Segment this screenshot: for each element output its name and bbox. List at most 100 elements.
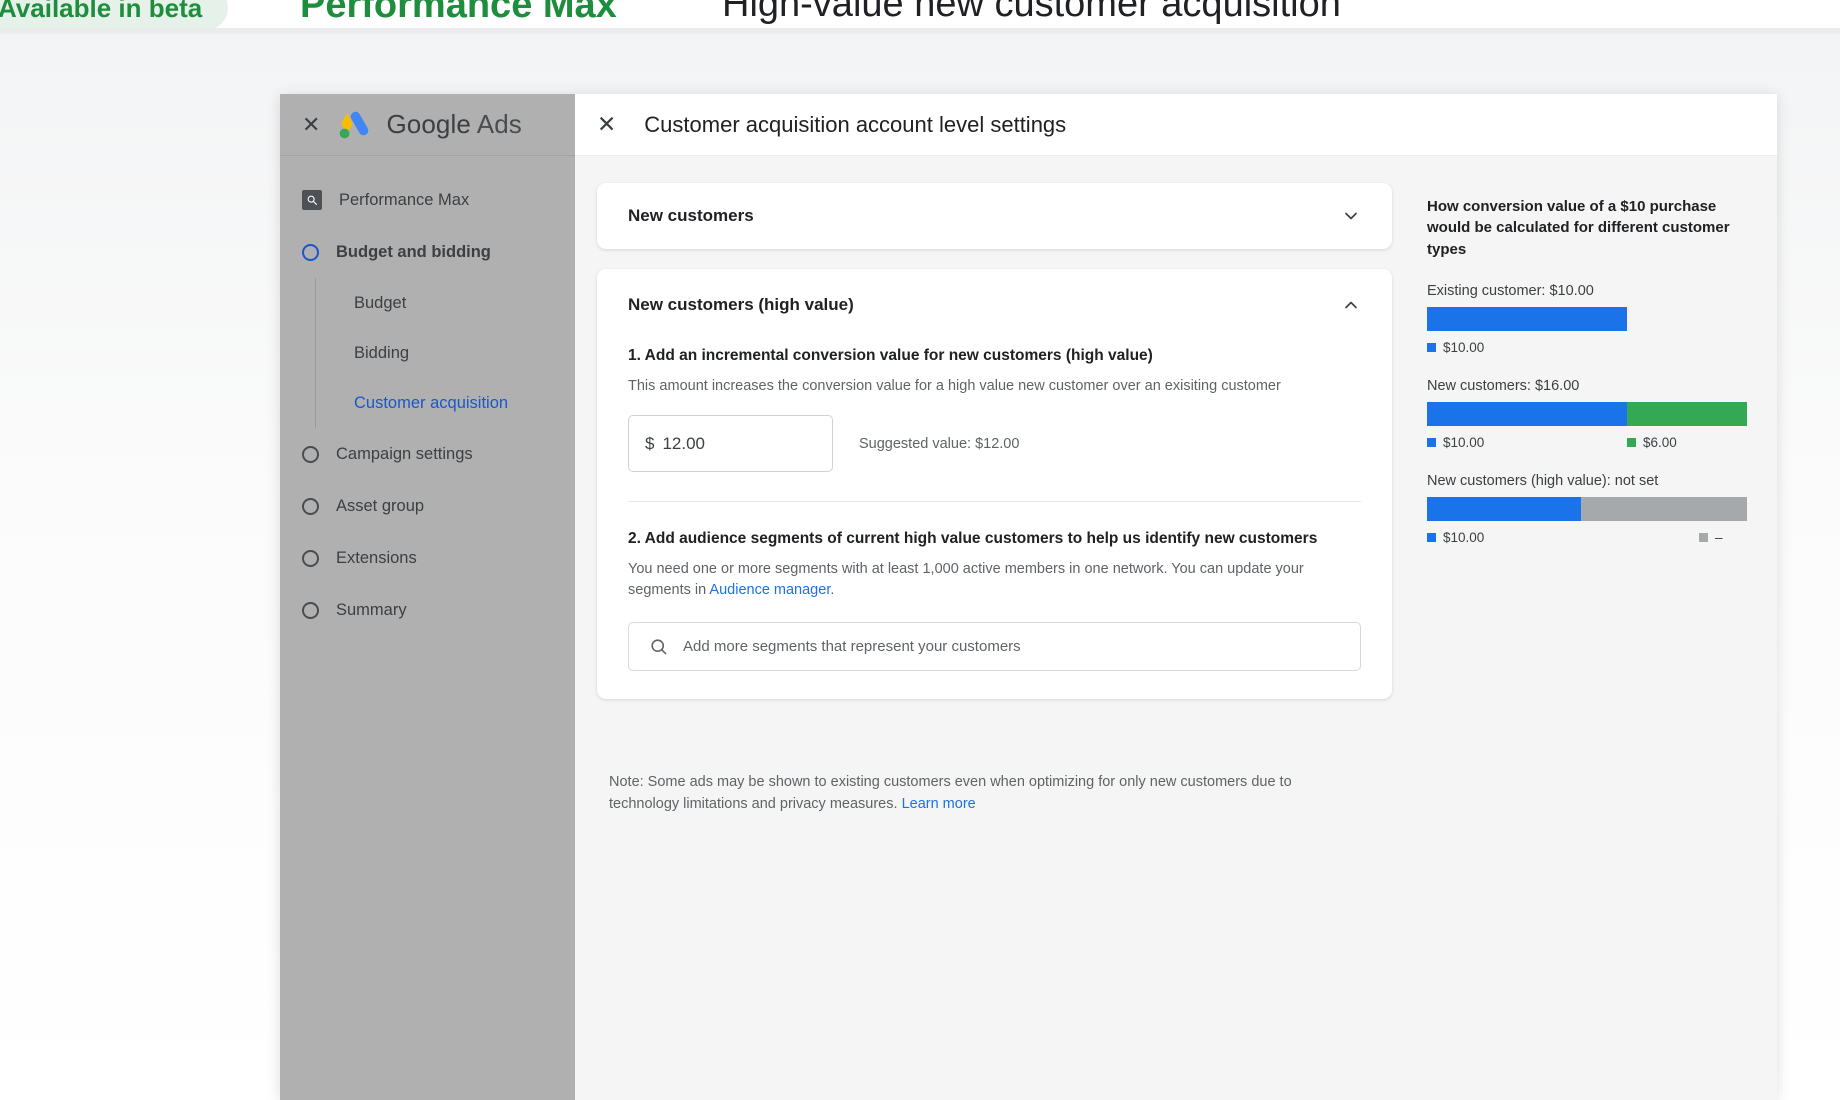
chevron-up-icon[interactable] [1341, 295, 1361, 315]
chevron-down-icon[interactable] [1341, 206, 1361, 226]
setup-sidebar: ✕ Google Ads Performance Max Budget and … [280, 94, 575, 1100]
bar-segment-base [1427, 496, 1581, 521]
google-ads-wordmark: Google Ads [386, 109, 521, 140]
bar-legend: $10.00 – [1427, 530, 1747, 545]
sidebar-item-label: Extensions [336, 548, 417, 567]
footer-note: Note: Some ads may be shown to existing … [609, 771, 1309, 815]
segment-search-placeholder: Add more segments that represent your cu… [683, 638, 1021, 656]
legend-entry-base: $10.00 [1427, 435, 1627, 450]
product-name: Performance Max [300, 0, 617, 26]
currency-symbol: $ [645, 433, 655, 453]
dialog-header: ✕ Customer acquisition account level set… [575, 94, 1777, 156]
bar-segment-new-customer-value [1627, 401, 1747, 426]
google-ads-logo-icon [340, 111, 369, 138]
legend-entry-bonus: $6.00 [1627, 435, 1677, 450]
segment-search-input[interactable]: Add more segments that represent your cu… [628, 622, 1361, 672]
sidebar-item-label: Budget and bidding [336, 242, 491, 261]
sidebar-item-label: Asset group [336, 496, 425, 515]
bar-label: New customers: $16.00 [1427, 377, 1580, 394]
legend-swatch-green-icon [1627, 437, 1636, 447]
radio-icon [302, 445, 319, 463]
bar-segment-unset [1580, 496, 1747, 521]
brand-google: Google [386, 109, 471, 139]
card-high-value-header[interactable]: New customers (high value) [597, 269, 1392, 341]
settings-overlay: ✕ Customer acquisition account level set… [575, 94, 1777, 1100]
bar-segment-base [1427, 306, 1627, 331]
legend-swatch-blue-icon [1427, 532, 1436, 542]
legend-swatch-grey-icon [1699, 532, 1708, 542]
bar-track [1427, 306, 1747, 331]
chart-bar-existing-customer: Existing customer: $10.00 $10.00 [1427, 283, 1747, 355]
sidebar-item-performance-max[interactable]: Performance Max [280, 174, 575, 226]
sidebar-item-extensions[interactable]: Extensions [280, 532, 575, 584]
page-title: Customer acquisition account level setti… [644, 111, 1067, 137]
bar-legend: $10.00 [1427, 340, 1747, 355]
brand-ads: Ads [476, 109, 522, 139]
legend-entry-base: $10.00 [1427, 340, 1484, 355]
sidebar-item-label: Summary [336, 600, 407, 619]
section-divider [628, 501, 1361, 503]
section-2-title: 2. Add audience segments of current high… [628, 530, 1318, 548]
section-incremental-value: 1. Add an incremental conversion value f… [597, 347, 1392, 473]
card-title: New customers (high value) [628, 295, 854, 314]
legend-entry-unset: – [1699, 530, 1723, 545]
bar-track [1427, 496, 1747, 521]
sidebar-item-campaign-settings[interactable]: Campaign settings [280, 428, 575, 480]
bar-legend: $10.00 $6.00 [1427, 435, 1747, 450]
card-new-customers: New customers [597, 183, 1392, 249]
sidebar-item-summary[interactable]: Summary [280, 584, 575, 636]
radio-icon [302, 549, 319, 567]
legend-value: $10.00 [1443, 339, 1485, 355]
bar-label: New customers (high value): not set [1427, 472, 1659, 489]
sidebar-item-asset-group[interactable]: Asset group [280, 480, 575, 532]
bar-segment-base [1427, 401, 1627, 426]
bar-label: Existing customer: $10.00 [1427, 282, 1594, 299]
legend-value: $10.00 [1443, 529, 1485, 545]
sidebar-item-label: Performance Max [339, 190, 470, 209]
section-1-description: This amount increases the conversion val… [628, 378, 1281, 394]
beta-badge-label: Available in beta [0, 0, 203, 23]
legend-value: – [1715, 529, 1723, 545]
section-1-title: 1. Add an incremental conversion value f… [628, 347, 1153, 364]
sidebar-subnav: Budget Bidding Customer acquisition [315, 278, 575, 428]
legend-swatch-blue-icon [1427, 342, 1436, 352]
dialog-body: New customers New customers (high value)… [575, 156, 1777, 1100]
suggested-value-label: Suggested value: $12.00 [859, 435, 1020, 452]
radio-active-icon [302, 243, 319, 261]
legend-swatch-blue-icon [1427, 437, 1436, 447]
legend-value: $6.00 [1643, 434, 1677, 450]
chart-bar-new-customers-high-value: New customers (high value): not set $10.… [1427, 473, 1747, 545]
close-icon[interactable]: ✕ [302, 113, 320, 136]
section-audience-segments: 2. Add audience segments of current high… [597, 530, 1392, 601]
settings-column: New customers New customers (high value)… [597, 183, 1392, 812]
app-window: ✕ Google Ads Performance Max Budget and … [280, 94, 1777, 1100]
radio-icon [302, 497, 319, 515]
card-new-customers-header[interactable]: New customers [597, 183, 1392, 249]
sidebar-item-budget[interactable]: Budget [316, 278, 575, 328]
card-title: New customers [628, 206, 754, 225]
amount-row: $ 12.00 Suggested value: $12.00 [628, 415, 1361, 473]
slide-title: High-value new customer acquisition [722, 0, 1341, 25]
legend-value: $10.00 [1443, 434, 1485, 450]
incremental-value: 12.00 [662, 433, 706, 453]
section-2-description: You need one or more segments with at le… [628, 559, 1361, 601]
incremental-value-input[interactable]: $ 12.00 [628, 415, 833, 473]
sidebar-item-bidding[interactable]: Bidding [316, 328, 575, 378]
learn-more-link[interactable]: Learn more [902, 796, 976, 812]
beta-badge: Available in beta [0, 0, 229, 30]
section-2-description-tail: . [830, 582, 835, 599]
performance-max-icon [302, 190, 322, 210]
conversion-value-illustration: How conversion value of a $10 purchase w… [1427, 196, 1747, 545]
sidebar-item-budget-and-bidding[interactable]: Budget and bidding [280, 226, 575, 278]
audience-manager-link[interactable]: Audience manager [709, 582, 830, 598]
sidebar-item-label: Campaign settings [336, 444, 473, 463]
sidebar-header: ✕ Google Ads [280, 94, 575, 156]
sidebar-nav: Performance Max Budget and bidding Budge… [280, 156, 575, 636]
close-icon[interactable]: ✕ [597, 113, 616, 136]
chart-bar-new-customers: New customers: $16.00 $10.00 $6.00 [1427, 378, 1747, 450]
search-icon [651, 639, 667, 655]
sidebar-item-customer-acquisition[interactable]: Customer acquisition [316, 378, 575, 428]
radio-icon [302, 601, 319, 619]
legend-entry-base: $10.00 [1427, 530, 1699, 545]
bar-track [1427, 401, 1747, 426]
